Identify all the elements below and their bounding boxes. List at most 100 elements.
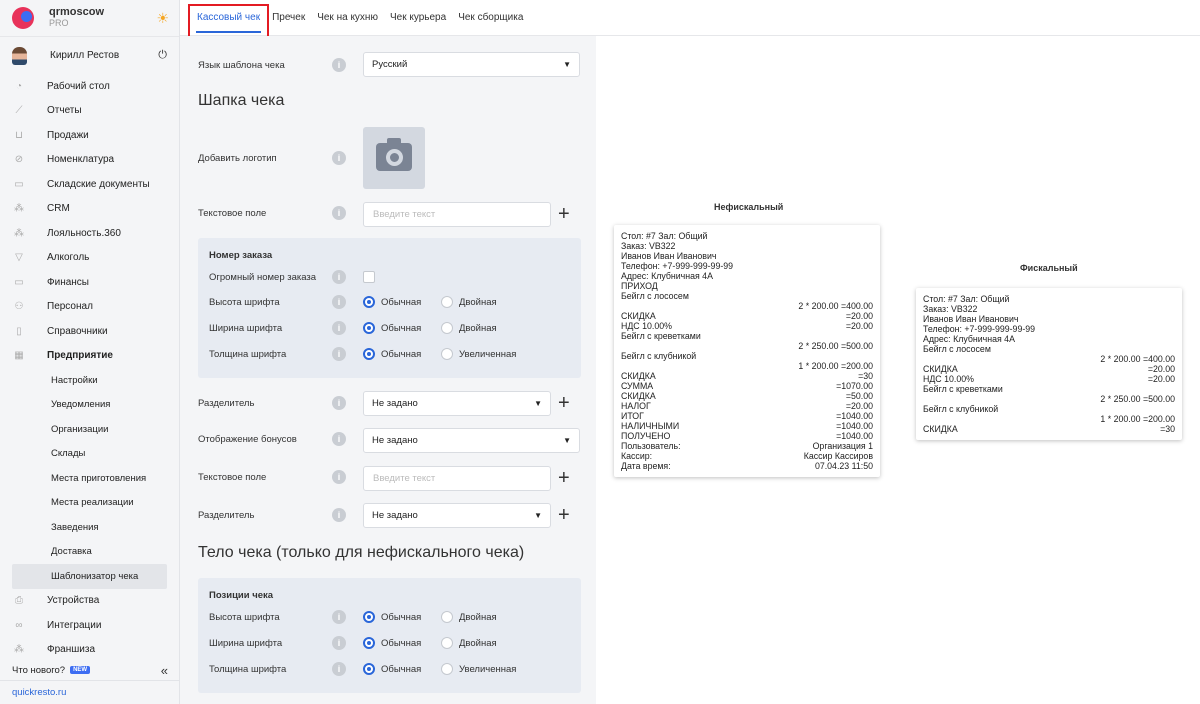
receipt-line: Телефон: +7-999-999-99-99 (923, 324, 1036, 334)
brand[interactable]: qrmoscow PRO ☀ (0, 0, 179, 36)
body-section-title: Тело чека (только для нефискального чека… (198, 544, 525, 561)
pos-height-normal-radio[interactable]: Обычная (363, 611, 421, 623)
sidebar-item-nomenclature[interactable]: ⊘ Номенклатура (0, 148, 179, 173)
tab-courier-receipt[interactable]: Чек курьера (389, 12, 447, 23)
sidebar-subitem-notifications[interactable]: Уведомления (0, 393, 179, 418)
receipt-line-label: СКИДКА (621, 391, 656, 401)
info-icon[interactable]: i (332, 432, 346, 446)
receipt-line: Дата время: 07.04.23 11:50 (621, 461, 873, 471)
pos-weight-normal-radio[interactable]: Обычная (363, 663, 421, 675)
power-icon[interactable]: ⏻ (158, 49, 167, 62)
avatar (12, 46, 27, 65)
receipt-line-label: Дата время: (621, 461, 671, 471)
building-icon: ▦ (14, 350, 24, 362)
receipt-line-value: =1040.00 (836, 421, 873, 431)
tab-kitchen-receipt[interactable]: Чек на кухню (316, 12, 379, 23)
receipt-line: НДС 10.00% =20.00 (621, 321, 873, 331)
sidebar-item-crm[interactable]: ⁂ CRM (0, 197, 179, 222)
lang-select[interactable]: Русский ▼ (363, 52, 580, 77)
collapse-sidebar-icon[interactable]: « (161, 663, 168, 678)
info-icon[interactable]: i (332, 347, 346, 361)
sidebar-subitem-receipt-templater[interactable]: Шаблонизатор чека (12, 564, 167, 589)
infinity-icon: ∞ (15, 619, 23, 631)
theme-sun-icon[interactable]: ☀ (156, 10, 169, 27)
sidebar-item-label: Персонал (47, 301, 93, 313)
font-weight-label: Толщина шрифта (209, 664, 287, 675)
info-icon[interactable]: i (332, 610, 346, 624)
add-icon[interactable]: + (558, 468, 570, 488)
weight-bold-radio[interactable]: Увеличенная (441, 348, 516, 360)
separator-select-2[interactable]: Не задано ▼ (363, 503, 551, 528)
receipt-line-value: =1070.00 (836, 381, 873, 391)
info-icon[interactable]: i (332, 396, 346, 410)
height-normal-radio[interactable]: Обычная (363, 296, 421, 308)
sidebar-subitem-settings[interactable]: Настройки (0, 368, 179, 393)
info-icon[interactable]: i (332, 58, 346, 72)
tab-precheck[interactable]: Пречек (271, 12, 306, 23)
receipt-line: ПРИХОД (621, 281, 658, 291)
sidebar-item-warehouse-docs[interactable]: ▭ Складские документы (0, 172, 179, 197)
text-field-input-2[interactable]: Введите текст (363, 466, 551, 491)
info-icon[interactable]: i (332, 295, 346, 309)
pos-weight-bold-radio[interactable]: Увеличенная (441, 663, 516, 675)
add-icon[interactable]: + (558, 393, 570, 413)
sidebar-subitem-warehouses[interactable]: Склады (0, 442, 179, 467)
tag-icon: ⊘ (14, 154, 24, 166)
site-link[interactable]: quickresto.ru (0, 680, 180, 704)
sidebar-subitem-delivery[interactable]: Доставка (0, 540, 179, 565)
sidebar-item-label: Интеграции (47, 619, 102, 631)
width-double-radio[interactable]: Двойная (441, 322, 497, 334)
sidebar-item-devices[interactable]: ⎙ Устройства (0, 589, 179, 614)
sidebar-item-enterprise[interactable]: ▦ Предприятие (0, 344, 179, 369)
add-logo-button[interactable] (363, 127, 425, 189)
width-normal-radio[interactable]: Обычная (363, 322, 421, 334)
info-icon[interactable]: i (332, 270, 346, 284)
sidebar-item-staff[interactable]: ⚇ Персонал (0, 295, 179, 320)
info-icon[interactable]: i (332, 151, 346, 165)
bonus-select[interactable]: Не задано ▼ (363, 428, 580, 453)
user-row[interactable]: Кирилл Рестов ⏻ (0, 36, 179, 74)
caret-down-icon: ▼ (534, 399, 542, 408)
radio-label: Двойная (459, 322, 497, 334)
sidebar-item-label: Предприятие (47, 350, 113, 362)
sidebar-item-reports[interactable]: ⟋ Отчеты (0, 99, 179, 124)
info-icon[interactable]: i (332, 636, 346, 650)
sidebar-subitem-sale-places[interactable]: Места реализации (0, 491, 179, 516)
sidebar-item-references[interactable]: ▯ Справочники (0, 319, 179, 344)
tab-cash-receipt[interactable]: Кассовый чек (187, 4, 270, 41)
sidebar-item-alcohol[interactable]: ▽ Алкоголь (0, 246, 179, 271)
text-field-input[interactable]: Введите текст (363, 202, 551, 227)
pos-width-normal-radio[interactable]: Обычная (363, 637, 421, 649)
text-field-label-2: Текстовое поле (198, 472, 267, 483)
receipt-line: Бейгл с лососем (923, 344, 991, 354)
sidebar-item-dashboard[interactable]: ◔ Рабочий стол (0, 74, 179, 99)
huge-number-checkbox[interactable] (363, 271, 375, 283)
add-icon[interactable]: + (558, 204, 570, 224)
sidebar-subitem-venues[interactable]: Заведения (0, 515, 179, 540)
sidebar-item-loyalty[interactable]: ⁂ Лояльность.360 (0, 221, 179, 246)
info-icon[interactable]: i (332, 206, 346, 220)
radio-label: Обычная (381, 348, 422, 360)
pos-width-double-radio[interactable]: Двойная (441, 637, 497, 649)
radio-dot (441, 663, 453, 675)
receipt-line-value: =20.00 (1147, 364, 1175, 374)
pos-height-double-radio[interactable]: Двойная (441, 611, 497, 623)
sidebar-item-label: Лояльность.360 (47, 227, 121, 239)
tab-picker-receipt[interactable]: Чек сборщика (457, 12, 524, 23)
sidebar-subitem-organizations[interactable]: Организации (0, 417, 179, 442)
separator-select[interactable]: Не задано ▼ (363, 391, 551, 416)
info-icon[interactable]: i (332, 662, 346, 676)
height-double-radio[interactable]: Двойная (441, 296, 497, 308)
sidebar-subitem-cooking-places[interactable]: Места приготовления (0, 466, 179, 491)
sidebar-item-finance[interactable]: ▭ Финансы (0, 270, 179, 295)
sidebar-item-franchise[interactable]: ⁂ Франшиза (0, 638, 179, 663)
whats-new[interactable]: Что нового? NEW « (0, 660, 180, 680)
sidebar-item-sales[interactable]: ⊔ Продажи (0, 123, 179, 148)
info-icon[interactable]: i (332, 508, 346, 522)
weight-normal-radio[interactable]: Обычная (363, 348, 421, 360)
add-icon[interactable]: + (558, 505, 570, 525)
receipt-line: 1 * 200.00 =200.00 (798, 361, 873, 371)
sidebar-item-integrations[interactable]: ∞ Интеграции (0, 613, 179, 638)
info-icon[interactable]: i (332, 321, 346, 335)
info-icon[interactable]: i (332, 470, 346, 484)
